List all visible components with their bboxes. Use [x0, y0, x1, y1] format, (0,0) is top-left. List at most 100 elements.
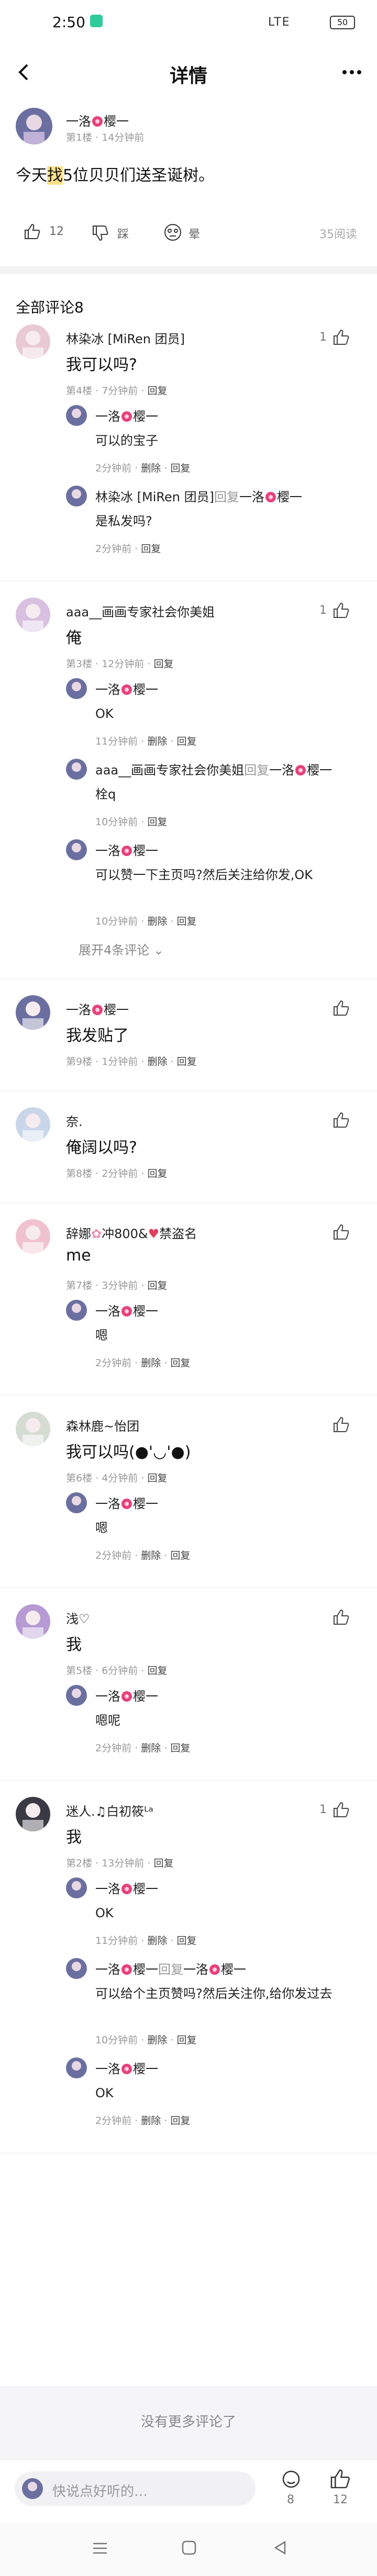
delete-link[interactable]: 删除: [147, 1935, 167, 1947]
reply-avatar[interactable]: [66, 1492, 87, 1513]
reply-link[interactable]: 回复: [147, 1665, 167, 1677]
reply-link[interactable]: 回复: [170, 1357, 190, 1369]
reply-link[interactable]: 回复: [147, 385, 167, 397]
reply-link[interactable]: 回复: [176, 2034, 196, 2046]
comment-placeholder: 快说点好听的…: [52, 2484, 148, 2500]
commenter-avatar[interactable]: [16, 995, 50, 1030]
like-icon[interactable]: [23, 223, 41, 244]
commenter-avatar[interactable]: [16, 1797, 50, 1831]
commenter-avatar[interactable]: [16, 324, 50, 359]
reply-text: 可以的宝子: [95, 433, 158, 448]
reply-link[interactable]: 回复: [154, 1858, 174, 1869]
commenter-name[interactable]: 奈.: [66, 1111, 83, 1130]
reply-name[interactable]: 一洛 樱一: [95, 407, 357, 426]
reply-link[interactable]: 回复: [177, 1056, 197, 1067]
reply-link[interactable]: 回复: [170, 2115, 190, 2127]
reply-avatar[interactable]: [66, 405, 87, 426]
delete-link[interactable]: 删除: [141, 463, 161, 474]
commenter-avatar[interactable]: [16, 1219, 50, 1254]
reply-link[interactable]: 回复: [176, 1935, 196, 1947]
reply-name[interactable]: 一洛 樱一: [95, 1302, 357, 1321]
reply-link[interactable]: 回复: [170, 1550, 190, 1561]
more-icon[interactable]: [339, 62, 364, 83]
comment-like-icon[interactable]: [332, 329, 350, 348]
reply-avatar[interactable]: [66, 1685, 87, 1706]
flower-icon: [264, 490, 277, 502]
comment-like-count: 1: [319, 604, 327, 617]
flower-icon: [120, 1497, 133, 1509]
comment-like-icon[interactable]: [332, 1416, 350, 1436]
reply-name[interactable]: 一洛 樱一: [95, 1494, 357, 1513]
reply-avatar[interactable]: [66, 678, 87, 699]
commenter-name[interactable]: 林染冰 [MiRen 团员]: [66, 329, 185, 347]
delete-link[interactable]: 删除: [141, 2115, 161, 2127]
comment-icon[interactable]: [281, 2469, 302, 2492]
delete-link[interactable]: 删除: [147, 2034, 167, 2046]
reply-avatar[interactable]: [66, 1300, 87, 1321]
reply-meta: 2分钟前 · 回复: [95, 543, 161, 555]
home-nav-icon[interactable]: [181, 2540, 197, 2558]
delete-link[interactable]: 删除: [141, 1357, 161, 1369]
delete-link[interactable]: 删除: [147, 916, 167, 927]
comment-like-icon[interactable]: [332, 602, 350, 622]
reply-link[interactable]: 回复: [147, 1280, 167, 1291]
reply-link[interactable]: 回复: [147, 1472, 167, 1484]
commenter-name[interactable]: aaa__画画专家社会你美姐: [66, 602, 215, 620]
reply-link[interactable]: 回复: [141, 543, 161, 555]
delete-link[interactable]: 删除: [141, 1550, 161, 1561]
reply-avatar[interactable]: [66, 486, 87, 507]
reply-avatar[interactable]: [66, 2057, 87, 2078]
commenter-avatar[interactable]: [16, 1412, 50, 1446]
comment-count: 8: [287, 2493, 294, 2506]
reply-link[interactable]: 回复: [176, 736, 196, 747]
my-avatar: [22, 2478, 43, 2499]
delete-link[interactable]: 删除: [147, 1056, 167, 1067]
commenter-name[interactable]: 浅♡: [66, 1608, 90, 1627]
comment-like-icon[interactable]: [332, 1111, 350, 1131]
delete-link[interactable]: 删除: [147, 736, 167, 747]
reply-name[interactable]: 一洛 樱一: [95, 1687, 357, 1706]
reply-link[interactable]: 回复: [147, 816, 167, 828]
reply-link[interactable]: 回复: [170, 463, 190, 474]
commenter-avatar[interactable]: [16, 1107, 50, 1142]
delete-link[interactable]: 删除: [141, 1742, 161, 1754]
no-more-comments: 没有更多评论了: [140, 2414, 236, 2430]
commenter-name[interactable]: 迷人.♫白初筱ᴸᵃ: [66, 1801, 153, 1819]
reply-name[interactable]: 一洛 樱一: [95, 2060, 357, 2078]
comment-like-icon[interactable]: [332, 1801, 350, 1821]
menu-nav-icon[interactable]: [92, 2542, 108, 2557]
comment-input[interactable]: 快说点好听的…: [15, 2471, 256, 2506]
expand-replies-link[interactable]: 展开4条评论 ⌄: [79, 940, 164, 958]
commenter-name[interactable]: 森林鹿~怡团: [66, 1416, 139, 1434]
commenter-name[interactable]: 辞娜✿冲800&♥禁盗名: [66, 1223, 197, 1242]
reply-avatar[interactable]: [66, 839, 87, 860]
reply-name[interactable]: 一洛 樱一: [95, 841, 357, 860]
commenter-avatar[interactable]: [16, 598, 50, 632]
post-actions: 12 踩 晕 35阅读: [16, 223, 361, 244]
comment-like-icon[interactable]: [332, 1223, 350, 1243]
reply-link[interactable]: 回复: [154, 658, 174, 670]
post: 一洛 樱一 第1楼 · 14分钟前 今天找5位贝贝们送圣诞树。 12 踩 晕 35…: [0, 97, 377, 270]
bottom-like-icon[interactable]: [329, 2468, 351, 2492]
reply-name[interactable]: 一洛 樱一: [95, 680, 357, 699]
commenter-avatar[interactable]: [16, 1604, 50, 1639]
dislike-icon[interactable]: [91, 224, 109, 245]
back-nav-icon[interactable]: [272, 2540, 288, 2558]
reply-name[interactable]: aaa__画画专家社会你美姐回复一洛 樱一: [95, 761, 357, 780]
reply-name[interactable]: 一洛 樱一回复一洛 樱一: [95, 1960, 357, 1979]
reply-avatar[interactable]: [66, 1877, 87, 1898]
comment-like-icon[interactable]: [332, 999, 350, 1019]
reply-avatar[interactable]: [66, 759, 87, 780]
reply-link[interactable]: 回复: [170, 1742, 190, 1754]
reply-name[interactable]: 一洛 樱一: [95, 1880, 357, 1898]
author-avatar[interactable]: [16, 108, 52, 144]
reply-link[interactable]: 回复: [176, 916, 196, 927]
comment-like-icon[interactable]: [332, 1608, 350, 1628]
reply-avatar[interactable]: [66, 1958, 87, 1979]
author-name[interactable]: 一洛 樱一: [66, 111, 129, 129]
meh-icon[interactable]: [163, 223, 182, 245]
reply-name[interactable]: 林染冰 [MiRen 团员]回复一洛 樱一: [95, 488, 357, 507]
reply-link[interactable]: 回复: [147, 1168, 167, 1179]
dislike-label: 踩: [117, 228, 129, 241]
commenter-name[interactable]: 一洛 樱一: [66, 999, 129, 1018]
